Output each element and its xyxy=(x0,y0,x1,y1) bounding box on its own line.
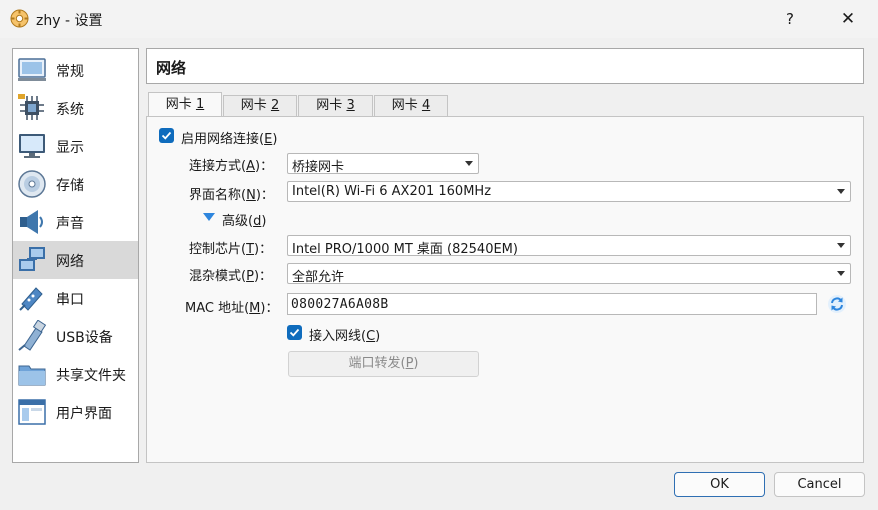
chevron-down-icon xyxy=(465,161,473,166)
window-title: zhy - 设置 xyxy=(36,13,103,29)
checkmark-icon xyxy=(289,328,300,337)
settings-sidebar: 常规 系统 显示 存储 声音 网络 串口 USB设备 共享文件夹 用户界面 xyxy=(12,48,139,463)
sidebar-item-label: 网络 xyxy=(56,254,84,270)
tab-shortcut: 3 xyxy=(346,98,355,113)
sidebar-item-general[interactable]: 常规 xyxy=(13,51,138,89)
tab-adapter-1[interactable]: 网卡 1 xyxy=(148,92,222,117)
mac-address-input[interactable]: 080027A6A08B xyxy=(287,293,817,315)
sidebar-item-label: 存储 xyxy=(56,178,84,194)
cable-connected-checkbox[interactable] xyxy=(287,325,302,340)
sidebar-item-usb[interactable]: USB设备 xyxy=(13,317,138,355)
enable-adapter-label[interactable]: 启用网络连接(E) xyxy=(181,128,277,147)
expand-triangle-icon[interactable] xyxy=(203,213,215,221)
mac-address-value: 080027A6A08B xyxy=(291,297,389,312)
tab-shortcut: 1 xyxy=(195,97,205,112)
tab-label: 网卡 xyxy=(391,98,418,113)
tab-adapter-4[interactable]: 网卡 4 xyxy=(374,95,448,117)
promiscuous-mode-select[interactable]: 全部允许 xyxy=(287,263,851,285)
network-icon xyxy=(19,247,45,271)
adapter-type-select[interactable]: Intel PRO/1000 MT 桌面 (82540EM) xyxy=(287,235,851,257)
sidebar-item-label: USB设备 xyxy=(56,330,113,346)
sidebar-item-label: 用户界面 xyxy=(56,406,112,422)
chevron-down-icon xyxy=(837,271,845,276)
checkmark-icon xyxy=(161,131,172,140)
shared-folder-icon xyxy=(18,365,46,386)
sidebar-item-network[interactable]: 网络 xyxy=(13,241,138,279)
help-button[interactable]: ? xyxy=(770,0,810,38)
page-header: 网络 xyxy=(146,48,864,84)
sidebar-item-user-interface[interactable]: 用户界面 xyxy=(13,393,138,431)
adapter-type-value: Intel PRO/1000 MT 桌面 (82540EM) xyxy=(292,242,518,257)
user-interface-icon xyxy=(18,399,46,425)
speaker-icon xyxy=(20,210,43,234)
sidebar-item-system[interactable]: 系统 xyxy=(13,89,138,127)
usb-icon xyxy=(18,320,47,351)
adapter-name-value: Intel(R) Wi-Fi 6 AX201 160MHz xyxy=(292,184,492,199)
port-forwarding-button[interactable]: 端口转发(P) xyxy=(288,351,479,377)
chevron-down-icon xyxy=(837,189,845,194)
sidebar-item-label: 常规 xyxy=(56,64,84,80)
attached-to-select[interactable]: 桥接网卡 xyxy=(287,153,479,175)
attached-to-label: 连接方式(A)： xyxy=(189,159,274,174)
mac-address-label: MAC 地址(M)： xyxy=(185,301,279,316)
tab-adapter-3[interactable]: 网卡 3 xyxy=(298,95,373,117)
close-button[interactable]: ✕ xyxy=(826,0,870,38)
promiscuous-mode-label: 混杂模式(P)： xyxy=(189,269,273,284)
refresh-mac-icon[interactable] xyxy=(827,294,847,314)
adapter-name-select[interactable]: Intel(R) Wi-Fi 6 AX201 160MHz xyxy=(287,181,851,202)
tab-adapter-2[interactable]: 网卡 2 xyxy=(223,95,297,117)
advanced-toggle[interactable]: 高级(d) xyxy=(222,210,266,229)
storage-disc-icon xyxy=(18,170,46,198)
tab-shortcut: 4 xyxy=(421,98,431,113)
sidebar-item-label: 串口 xyxy=(56,292,84,308)
adapter-name-label: 界面名称(N)： xyxy=(189,188,274,203)
sidebar-item-serial[interactable]: 串口 xyxy=(13,279,138,317)
page-title: 网络 xyxy=(156,59,187,77)
attached-to-value: 桥接网卡 xyxy=(292,160,345,175)
tab-label: 网卡 xyxy=(316,98,343,113)
ok-button[interactable]: OK xyxy=(674,472,765,497)
enable-adapter-checkbox[interactable] xyxy=(159,128,174,143)
sidebar-item-label: 系统 xyxy=(56,102,84,118)
serial-port-icon xyxy=(19,287,43,311)
sidebar-item-display[interactable]: 显示 xyxy=(13,127,138,165)
sidebar-item-storage[interactable]: 存储 xyxy=(13,165,138,203)
tab-label: 网卡 xyxy=(165,97,192,112)
sidebar-item-label: 共享文件夹 xyxy=(56,368,126,384)
general-icon xyxy=(18,58,46,81)
display-monitor-icon xyxy=(19,134,45,158)
virtualbox-app-icon xyxy=(10,9,29,28)
system-chip-icon xyxy=(18,94,44,120)
tab-shortcut: 2 xyxy=(270,98,280,113)
title-bar: zhy - 设置 ? ✕ xyxy=(0,0,878,38)
tab-label: 网卡 xyxy=(240,98,267,113)
sidebar-item-audio[interactable]: 声音 xyxy=(13,203,138,241)
sidebar-item-label: 显示 xyxy=(56,140,84,156)
cancel-button[interactable]: Cancel xyxy=(774,472,865,497)
chevron-down-icon xyxy=(837,243,845,248)
cable-connected-label[interactable]: 接入网线(C) xyxy=(309,325,380,344)
sidebar-item-shared-folders[interactable]: 共享文件夹 xyxy=(13,355,138,393)
sidebar-item-label: 声音 xyxy=(56,216,84,232)
promiscuous-mode-value: 全部允许 xyxy=(292,270,345,285)
adapter-type-label: 控制芯片(T)： xyxy=(189,242,273,257)
